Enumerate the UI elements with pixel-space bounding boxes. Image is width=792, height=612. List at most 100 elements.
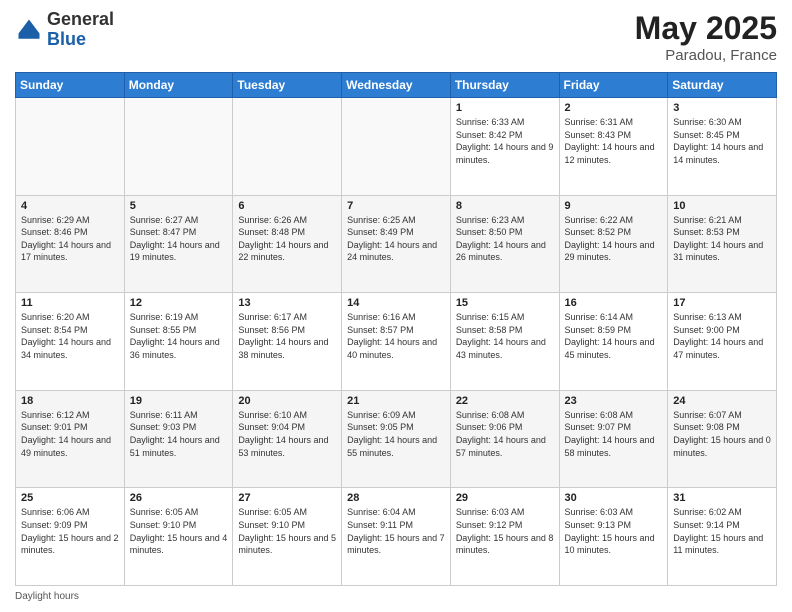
day-cell-26: 23 Sunrise: 6:08 AM Sunset: 9:07 PM Dayli… [559, 390, 668, 488]
col-friday: Friday [559, 73, 668, 98]
day-cell-12: 9Sunrise: 6:22 AM Sunset: 8:52 PM Daylig… [559, 195, 668, 293]
day-cell-20: 17 Sunrise: 6:13 AM Sunset: 9:00 PM Dayli… [668, 293, 777, 391]
day-info: Sunrise: 6:06 AM Sunset: 9:09 PM Dayligh… [21, 506, 119, 556]
day-info: Sunrise: 6:19 AM Sunset: 8:55 PM Dayligh… [130, 311, 228, 361]
week-row-4: 18Sunrise: 6:12 AM Sunset: 9:01 PM Dayli… [16, 390, 777, 488]
day-cell-24: 21 Sunrise: 6:09 AM Sunset: 9:05 PM Dayli… [342, 390, 451, 488]
logo-general-text: General [47, 9, 114, 29]
header: General Blue May 2025 Paradou, France [15, 10, 777, 64]
day-info: Sunrise: 6:25 AM Sunset: 8:49 PM Dayligh… [347, 214, 445, 264]
day-number: 10 [673, 200, 771, 212]
day-number: 2 [565, 102, 663, 114]
day-number: 13 [238, 297, 336, 309]
day-cell-13: 10Sunrise: 6:21 AM Sunset: 8:53 PM Dayli… [668, 195, 777, 293]
day-cell-4: 1 Sunrise: 6:33 AM Sunset: 8:42 PM Daylig… [450, 98, 559, 196]
day-number: 8 [456, 200, 554, 212]
day-cell-14: 11 Sunrise: 6:20 AM Sunset: 8:54 PM Dayli… [16, 293, 125, 391]
day-cell-0 [16, 98, 125, 196]
day-info: Sunrise: 6:03 AM Sunset: 9:12 PM Dayligh… [456, 506, 554, 556]
day-number: 3 [673, 102, 771, 114]
day-info: Sunrise: 6:02 AM Sunset: 9:14 PM Dayligh… [673, 506, 771, 556]
day-cell-25: 22 Sunrise: 6:08 AM Sunset: 9:06 PM Dayli… [450, 390, 559, 488]
day-cell-7: 4Sunrise: 6:29 AM Sunset: 8:46 PM Daylig… [16, 195, 125, 293]
day-info: Sunrise: 6:20 AM Sunset: 8:54 PM Dayligh… [21, 311, 119, 361]
day-info: Sunrise: 6:17 AM Sunset: 8:56 PM Dayligh… [238, 311, 336, 361]
col-wednesday: Wednesday [342, 73, 451, 98]
week-row-3: 11 Sunrise: 6:20 AM Sunset: 8:54 PM Dayli… [16, 293, 777, 391]
day-info: Sunrise: 6:26 AM Sunset: 8:48 PM Dayligh… [238, 214, 336, 264]
day-number: 22 [456, 395, 554, 407]
day-info: Sunrise: 6:23 AM Sunset: 8:50 PM Dayligh… [456, 214, 554, 264]
day-info: Sunrise: 6:16 AM Sunset: 8:57 PM Dayligh… [347, 311, 445, 361]
day-info: Sunrise: 6:08 AM Sunset: 9:06 PM Dayligh… [456, 409, 554, 459]
day-cell-23: 20Sunrise: 6:10 AM Sunset: 9:04 PM Dayli… [233, 390, 342, 488]
col-saturday: Saturday [668, 73, 777, 98]
day-number: 31 [673, 492, 771, 504]
col-tuesday: Tuesday [233, 73, 342, 98]
day-info: Sunrise: 6:13 AM Sunset: 9:00 PM Dayligh… [673, 311, 771, 361]
day-number: 17 [673, 297, 771, 309]
logo-text: General Blue [47, 10, 114, 50]
day-number: 27 [238, 492, 336, 504]
day-info: Sunrise: 6:07 AM Sunset: 9:08 PM Dayligh… [673, 409, 771, 459]
week-row-5: 25Sunrise: 6:06 AM Sunset: 9:09 PM Dayli… [16, 488, 777, 586]
page: General Blue May 2025 Paradou, France Su… [0, 0, 792, 612]
day-cell-31: 28Sunrise: 6:04 AM Sunset: 9:11 PM Dayli… [342, 488, 451, 586]
calendar-header-row: Sunday Monday Tuesday Wednesday Thursday… [16, 73, 777, 98]
day-cell-29: 26Sunrise: 6:05 AM Sunset: 9:10 PM Dayli… [124, 488, 233, 586]
day-cell-32: 29 Sunrise: 6:03 AM Sunset: 9:12 PM Dayli… [450, 488, 559, 586]
day-number: 5 [130, 200, 228, 212]
day-number: 19 [130, 395, 228, 407]
month-title: May 2025 [635, 10, 777, 47]
day-cell-6: 3 Sunrise: 6:30 AM Sunset: 8:45 PM Daylig… [668, 98, 777, 196]
day-number: 11 [21, 297, 119, 309]
day-number: 6 [238, 200, 336, 212]
calendar-table: Sunday Monday Tuesday Wednesday Thursday… [15, 72, 777, 586]
col-thursday: Thursday [450, 73, 559, 98]
day-number: 23 [565, 395, 663, 407]
day-info: Sunrise: 6:09 AM Sunset: 9:05 PM Dayligh… [347, 409, 445, 459]
day-number: 21 [347, 395, 445, 407]
day-cell-34: 31 Sunrise: 6:02 AM Sunset: 9:14 PM Dayli… [668, 488, 777, 586]
day-cell-27: 24 Sunrise: 6:07 AM Sunset: 9:08 PM Dayli… [668, 390, 777, 488]
day-number: 1 [456, 102, 554, 114]
day-info: Sunrise: 6:31 AM Sunset: 8:43 PM Dayligh… [565, 116, 663, 166]
day-cell-16: 13 Sunrise: 6:17 AM Sunset: 8:56 PM Dayli… [233, 293, 342, 391]
day-info: Sunrise: 6:03 AM Sunset: 9:13 PM Dayligh… [565, 506, 663, 556]
day-cell-28: 25Sunrise: 6:06 AM Sunset: 9:09 PM Dayli… [16, 488, 125, 586]
day-number: 28 [347, 492, 445, 504]
day-info: Sunrise: 6:14 AM Sunset: 8:59 PM Dayligh… [565, 311, 663, 361]
day-info: Sunrise: 6:30 AM Sunset: 8:45 PM Dayligh… [673, 116, 771, 166]
day-cell-21: 18Sunrise: 6:12 AM Sunset: 9:01 PM Dayli… [16, 390, 125, 488]
day-cell-17: 14 Sunrise: 6:16 AM Sunset: 8:57 PM Dayli… [342, 293, 451, 391]
day-number: 7 [347, 200, 445, 212]
week-row-2: 4Sunrise: 6:29 AM Sunset: 8:46 PM Daylig… [16, 195, 777, 293]
day-number: 15 [456, 297, 554, 309]
day-number: 9 [565, 200, 663, 212]
day-cell-10: 7 Sunrise: 6:25 AM Sunset: 8:49 PM Daylig… [342, 195, 451, 293]
day-info: Sunrise: 6:12 AM Sunset: 9:01 PM Dayligh… [21, 409, 119, 459]
day-number: 29 [456, 492, 554, 504]
day-cell-22: 19Sunrise: 6:11 AM Sunset: 9:03 PM Dayli… [124, 390, 233, 488]
footer-note: Daylight hours [15, 591, 777, 602]
day-number: 20 [238, 395, 336, 407]
logo-icon [15, 16, 43, 44]
day-cell-2 [233, 98, 342, 196]
day-number: 14 [347, 297, 445, 309]
day-cell-5: 2 Sunrise: 6:31 AM Sunset: 8:43 PM Daylig… [559, 98, 668, 196]
location: Paradou, France [635, 47, 777, 64]
day-info: Sunrise: 6:33 AM Sunset: 8:42 PM Dayligh… [456, 116, 554, 166]
day-cell-18: 15Sunrise: 6:15 AM Sunset: 8:58 PM Dayli… [450, 293, 559, 391]
day-number: 24 [673, 395, 771, 407]
day-info: Sunrise: 6:05 AM Sunset: 9:10 PM Dayligh… [238, 506, 336, 556]
day-number: 4 [21, 200, 119, 212]
day-number: 16 [565, 297, 663, 309]
day-info: Sunrise: 6:08 AM Sunset: 9:07 PM Dayligh… [565, 409, 663, 459]
day-cell-1 [124, 98, 233, 196]
day-info: Sunrise: 6:27 AM Sunset: 8:47 PM Dayligh… [130, 214, 228, 264]
col-sunday: Sunday [16, 73, 125, 98]
logo: General Blue [15, 10, 114, 50]
logo-blue-text: Blue [47, 29, 86, 49]
day-cell-9: 6 Sunrise: 6:26 AM Sunset: 8:48 PM Daylig… [233, 195, 342, 293]
day-cell-19: 16 Sunrise: 6:14 AM Sunset: 8:59 PM Dayli… [559, 293, 668, 391]
